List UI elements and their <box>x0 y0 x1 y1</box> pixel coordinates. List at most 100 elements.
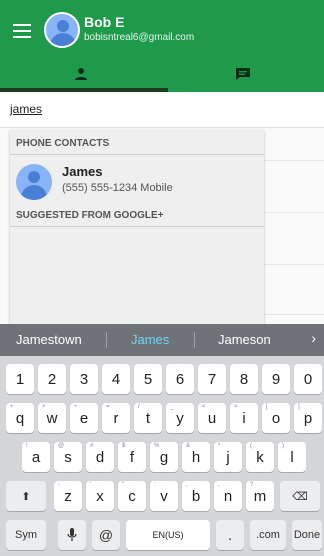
app-bar: Bob E bobisntreal6@gmail.com <box>0 0 324 92</box>
key-w[interactable]: w × <box>38 403 66 433</box>
key-hint: ! <box>26 443 28 449</box>
key-label: v <box>160 487 168 505</box>
key-x[interactable]: x ' <box>86 481 114 511</box>
key-label: 5 <box>143 370 153 388</box>
suggestion-middle[interactable]: James <box>131 332 169 347</box>
key-hint: ÷ <box>74 404 78 410</box>
key-m[interactable]: m? <box>246 481 274 511</box>
key-j[interactable]: j * <box>214 442 242 472</box>
key-g[interactable]: g% <box>150 442 178 472</box>
key-label: 9 <box>271 370 281 388</box>
key-4[interactable]: 4 <box>102 364 130 394</box>
key-hint: ' <box>90 482 92 488</box>
key-hint: + <box>10 404 14 410</box>
section-divider <box>10 226 264 227</box>
key-r[interactable]: r = <box>102 403 130 433</box>
key-hint: @ <box>58 443 65 449</box>
key-c[interactable]: c " <box>118 481 146 511</box>
key-hint: " <box>122 482 125 488</box>
key-label: q <box>15 409 25 427</box>
key-hint: & <box>186 443 191 449</box>
key-y[interactable]: y _ <box>166 403 194 433</box>
search-input[interactable]: james <box>10 102 42 116</box>
key-label: c <box>128 487 136 505</box>
key-label: t <box>145 409 151 427</box>
key-hint: % <box>154 443 160 449</box>
done-key[interactable]: Done <box>292 520 322 550</box>
tab-messages[interactable] <box>162 56 324 92</box>
chat-icon <box>236 68 250 80</box>
account-avatar[interactable] <box>44 12 80 48</box>
keyboard: Jamestown James Jameson › 1 2 3 4 5 6 7 8 9 0 q + w ×… <box>0 324 324 556</box>
key-label: 4 <box>111 370 121 388</box>
key-v[interactable]: v: <box>150 481 178 511</box>
key-s[interactable]: s @ <box>54 442 82 472</box>
key-label: r <box>113 409 119 427</box>
mic-key[interactable] <box>58 520 86 550</box>
key-l[interactable]: l) <box>278 442 306 472</box>
key-hint: [ <box>266 404 268 410</box>
key-hint: ] <box>298 404 300 410</box>
key-a[interactable]: a! <box>22 442 50 472</box>
key-hint: - <box>58 482 60 488</box>
space-key[interactable]: EN(US) <box>126 520 210 550</box>
suggestion-separator <box>106 332 107 348</box>
key-8[interactable]: 8 <box>230 364 258 394</box>
microphone-icon <box>67 528 77 541</box>
list-divider <box>264 160 324 161</box>
key-p[interactable]: p] <box>294 403 322 433</box>
key-q[interactable]: q + <box>6 403 34 433</box>
contact-suggestion[interactable]: James (555) 555-1234 Mobile <box>10 160 264 204</box>
key-e[interactable]: e ÷ <box>70 403 98 433</box>
suggestion-bar: Jamestown James Jameson › <box>0 324 324 356</box>
key-label: o <box>271 409 281 427</box>
key-d[interactable]: d # <box>86 442 114 472</box>
key-b[interactable]: b; <box>182 481 210 511</box>
key-label: p <box>303 409 313 427</box>
list-divider <box>264 212 324 213</box>
menu-icon[interactable] <box>10 20 34 42</box>
suggestion-left[interactable]: Jamestown <box>16 332 82 347</box>
key-t[interactable]: t / <box>134 403 162 433</box>
key-label: b <box>191 487 201 505</box>
key-1[interactable]: 1 <box>6 364 34 394</box>
key-label: i <box>242 409 246 427</box>
key-label: h <box>191 448 201 466</box>
key-7[interactable]: 7 <box>198 364 226 394</box>
key-k[interactable]: k( <box>246 442 274 472</box>
suggestion-right[interactable]: Jameson <box>218 332 271 347</box>
key-label: 8 <box>239 370 249 388</box>
person-icon <box>75 68 87 80</box>
list-divider <box>264 314 324 315</box>
tab-contacts[interactable] <box>0 56 162 92</box>
key-n[interactable]: n, <box>214 481 242 511</box>
key-9[interactable]: 9 <box>262 364 290 394</box>
shift-key[interactable]: ⬆ <box>6 481 46 511</box>
key-f[interactable]: f $ <box>118 442 146 472</box>
com-key[interactable]: .com <box>250 520 286 550</box>
key-label: n <box>223 487 233 505</box>
key-z[interactable]: z- <box>54 481 82 511</box>
key-label: ⌫ <box>292 490 308 503</box>
key-hint: ? <box>250 482 254 488</box>
key-label: l <box>290 448 294 466</box>
key-i[interactable]: i > <box>230 403 258 433</box>
key-label: 1 <box>15 370 25 388</box>
key-2[interactable]: 2 <box>38 364 66 394</box>
key-3[interactable]: 3 <box>70 364 98 394</box>
key-6[interactable]: 6 <box>166 364 194 394</box>
key-0[interactable]: 0 <box>294 364 322 394</box>
key-hint: / <box>138 404 140 410</box>
key-5[interactable]: 5 <box>134 364 162 394</box>
key-hint: ) <box>282 443 284 449</box>
key-u[interactable]: u < <box>198 403 226 433</box>
key-label: m <box>253 487 267 505</box>
more-suggestions-icon[interactable]: › <box>311 330 316 346</box>
backspace-key[interactable]: ⌫ <box>280 481 320 511</box>
key-h[interactable]: h & <box>182 442 210 472</box>
sym-key[interactable]: Sym <box>6 520 46 550</box>
key-label: 6 <box>175 370 185 388</box>
key-o[interactable]: o[ <box>262 403 290 433</box>
period-key[interactable]: . <box>216 520 244 550</box>
at-key[interactable]: @ <box>92 520 120 550</box>
